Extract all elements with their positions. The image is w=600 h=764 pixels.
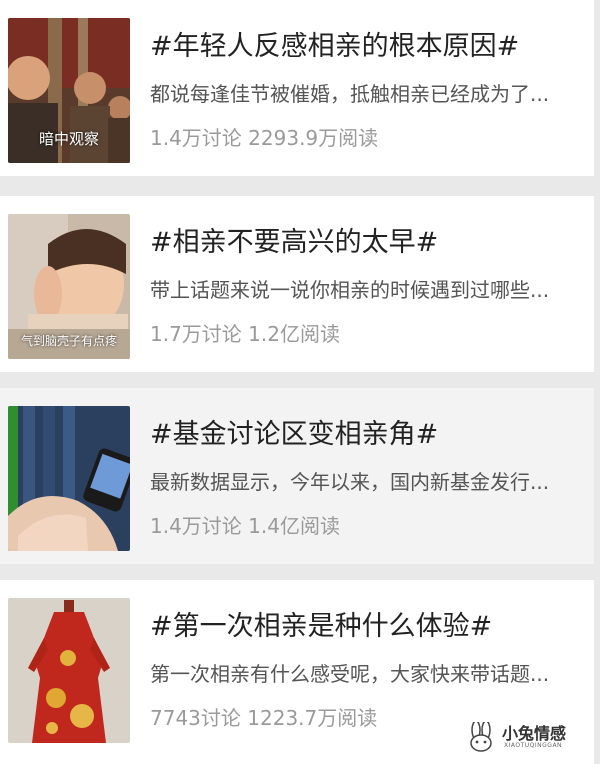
discussion-count: 1.4万讨论	[150, 514, 242, 538]
read-count: 1.2亿阅读	[248, 322, 340, 346]
topic-feed: 暗中观察 #年轻人反感相亲的根本原因# 都说每逢佳节被催婚，抵触相亲已经成为了.…	[0, 0, 600, 764]
topic-title[interactable]: #年轻人反感相亲的根本原因#	[150, 24, 590, 63]
topic-card[interactable]: #第一次相亲是种什么体验# 第一次相亲有什么感受呢，大家快来带话题... 774…	[0, 580, 594, 764]
rabbit-logo-icon	[470, 722, 492, 752]
discussion-count: 7743讨论	[150, 706, 241, 730]
topic-title[interactable]: #第一次相亲是种什么体验#	[150, 604, 590, 643]
thumbnail-caption: 气到脑壳子有点疼	[20, 334, 117, 348]
topic-stats: 1.4万讨论 1.4亿阅读	[150, 510, 590, 539]
discussion-count: 1.4万讨论	[150, 126, 242, 150]
topic-card[interactable]: #基金讨论区变相亲角# 最新数据显示，今年以来，国内新基金发行... 1.4万讨…	[0, 388, 594, 564]
thumbnail-caption: 暗中观察	[38, 130, 99, 148]
topic-description: 第一次相亲有什么感受呢，大家快来带话题...	[150, 662, 550, 686]
watermark: 小兔情感 XIAOTUQINGGAN	[466, 718, 584, 758]
watermark-subtitle: XIAOTUQINGGAN	[504, 742, 563, 749]
topic-stats: 1.4万讨论 2293.9万阅读	[150, 122, 590, 151]
topic-description: 带上话题来说一说你相亲的时候遇到过哪些...	[150, 278, 550, 302]
discussion-count: 1.7万讨论	[150, 322, 242, 346]
topic-card[interactable]: 暗中观察 #年轻人反感相亲的根本原因# 都说每逢佳节被催婚，抵触相亲已经成为了.…	[0, 0, 594, 176]
topic-description: 都说每逢佳节被催婚，抵触相亲已经成为了...	[150, 82, 550, 106]
topic-title[interactable]: #基金讨论区变相亲角#	[150, 412, 590, 451]
topic-thumbnail[interactable]: 暗中观察	[8, 18, 130, 163]
red-dress-photo-icon	[8, 598, 130, 743]
topic-card[interactable]: 气到脑壳子有点疼 #相亲不要高兴的太早# 带上话题来说一说你相亲的时候遇到过哪些…	[0, 196, 594, 372]
phone-in-hand-photo-icon	[8, 406, 130, 551]
topic-stats: 1.7万讨论 1.2亿阅读	[150, 318, 590, 347]
read-count: 2293.9万阅读	[248, 126, 379, 150]
topic-title[interactable]: #相亲不要高兴的太早#	[150, 220, 590, 259]
topic-thumbnail[interactable]: 气到脑壳子有点疼	[8, 214, 130, 359]
watermark-name: 小兔情感	[502, 724, 567, 743]
read-count: 1223.7万阅读	[247, 706, 378, 730]
topic-thumbnail[interactable]	[8, 598, 130, 743]
topic-description: 最新数据显示，今年以来，国内新基金发行...	[150, 470, 550, 494]
topic-thumbnail[interactable]	[8, 406, 130, 551]
read-count: 1.4亿阅读	[248, 514, 340, 538]
